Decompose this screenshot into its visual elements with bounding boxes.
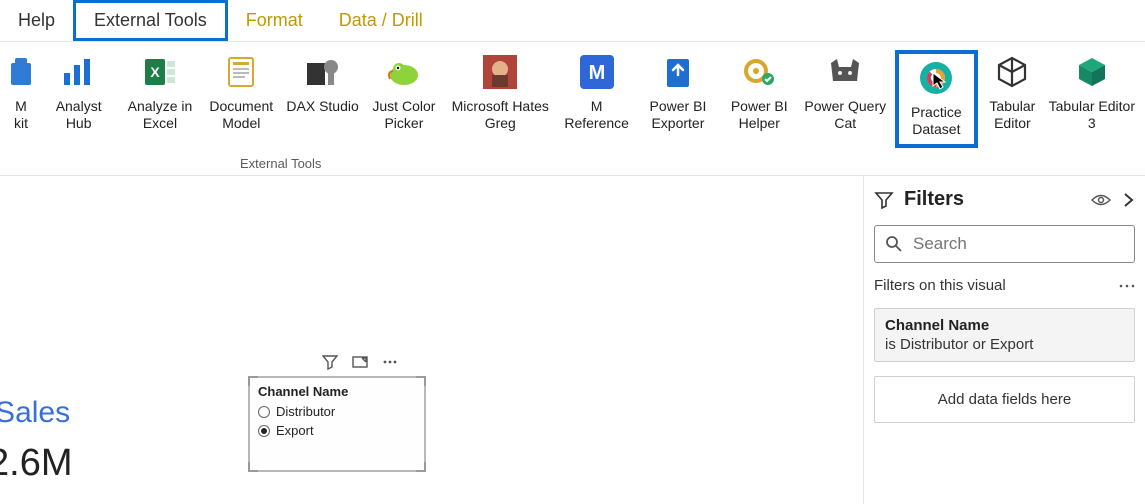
- ribbon-btn-label: Tabular Editor: [986, 98, 1039, 138]
- tab-external-tools[interactable]: External Tools: [73, 0, 228, 41]
- ribbon-tabs: Help External Tools Format Data / Drill: [0, 0, 1145, 42]
- funnel-icon: [874, 190, 894, 210]
- ribbon-btn-analyst-hub[interactable]: Analyst Hub: [42, 50, 115, 138]
- ribbon-btn-label: M kit: [8, 98, 34, 138]
- ribbon-btn-label: Practice Dataset: [901, 104, 972, 144]
- cat-icon: [823, 52, 867, 92]
- ribbon: M kit Analyst Hub X Analyze in Excel Doc…: [0, 42, 1145, 176]
- svg-text:X: X: [150, 64, 160, 80]
- visual-metric: 2.6M: [0, 442, 72, 485]
- ribbon-btn-label: Power BI Exporter: [641, 98, 714, 138]
- ribbon-btn-label: Document Model: [205, 98, 278, 138]
- ribbon-btn-label: M Reference: [560, 98, 633, 138]
- radio-icon: [258, 406, 270, 418]
- slicer-header: Channel Name: [250, 378, 424, 402]
- ribbon-btn-m-reference[interactable]: M M Reference: [560, 50, 633, 138]
- ribbon-group-label: External Tools: [240, 156, 321, 171]
- focus-mode-icon[interactable]: [352, 354, 368, 370]
- funnel-icon[interactable]: [322, 354, 338, 370]
- excel-icon: X: [138, 52, 182, 92]
- ribbon-btn-label: DAX Studio: [286, 98, 358, 138]
- ribbon-btn-label: Analyze in Excel: [123, 98, 196, 138]
- ribbon-btn-document-model[interactable]: Document Model: [205, 50, 278, 138]
- cube-solid-icon: [1070, 52, 1114, 92]
- chameleon-icon: [382, 52, 426, 92]
- eye-icon[interactable]: [1091, 193, 1111, 207]
- chevron-right-icon[interactable]: [1121, 191, 1135, 209]
- ribbon-btn-tabular-editor[interactable]: Tabular Editor: [986, 50, 1039, 138]
- slicer-visual[interactable]: Channel Name Distributor Export: [248, 376, 426, 472]
- slicer-option-distributor[interactable]: Distributor: [250, 402, 424, 421]
- ribbon-btn-pq-cat[interactable]: Power Query Cat: [804, 50, 887, 138]
- tab-help[interactable]: Help: [0, 0, 73, 41]
- slicer-option-export[interactable]: Export: [250, 421, 424, 440]
- ribbon-btn-pbi-exporter[interactable]: Power BI Exporter: [641, 50, 714, 138]
- filter-drop-zone[interactable]: Add data fields here: [874, 376, 1135, 423]
- ribbon-btn-ms-hates-greg[interactable]: Microsoft Hates Greg: [449, 50, 552, 138]
- svg-text:M: M: [588, 62, 605, 84]
- search-icon: [885, 235, 903, 253]
- ribbon-btn-label: Microsoft Hates Greg: [449, 98, 552, 138]
- ribbon-btn-tabular-editor-3[interactable]: Tabular Editor 3: [1047, 50, 1137, 138]
- report-canvas[interactable]: nual Sales 2.6M Channel Name Distributor…: [0, 176, 863, 504]
- toolkit-icon: [0, 52, 43, 92]
- visual-title: nual Sales: [0, 396, 70, 430]
- filters-title: Filters: [904, 188, 1081, 211]
- dax-icon: [301, 52, 345, 92]
- ribbon-btn-label: Analyst Hub: [42, 98, 115, 138]
- ribbon-btn-pbi-helper[interactable]: Power BI Helper: [723, 50, 796, 138]
- ribbon-btn-label: Power BI Helper: [723, 98, 796, 138]
- filters-header: Filters: [874, 188, 1135, 211]
- ribbon-btn-label: Just Color Picker: [367, 98, 440, 138]
- bar-chart-icon: [57, 52, 101, 92]
- filters-section-label: Filters on this visual: [874, 277, 1006, 294]
- gear-badge-icon: [737, 52, 781, 92]
- filter-card-state: is Distributor or Export: [885, 336, 1124, 353]
- dataset-icon: [914, 58, 958, 98]
- ribbon-btn-analyze-excel[interactable]: X Analyze in Excel: [123, 50, 196, 138]
- ribbon-btn-label: Power Query Cat: [804, 98, 887, 138]
- workspace: nual Sales 2.6M Channel Name Distributor…: [0, 176, 1145, 504]
- cube-outline-icon: [990, 52, 1034, 92]
- visual-action-bar: [322, 354, 398, 370]
- slicer-option-label: Export: [276, 423, 314, 438]
- cursor-icon: [932, 72, 946, 90]
- filters-search-input[interactable]: [913, 234, 1134, 254]
- ribbon-btn-dax-studio[interactable]: DAX Studio: [286, 50, 359, 138]
- m-icon: M: [575, 52, 619, 92]
- tab-format[interactable]: Format: [228, 0, 321, 41]
- filters-section-header: Filters on this visual: [874, 277, 1135, 294]
- more-options-icon[interactable]: [1119, 283, 1135, 289]
- ribbon-btn-just-color-picker[interactable]: Just Color Picker: [367, 50, 440, 138]
- ribbon-btn-practice-dataset[interactable]: Practice Dataset: [895, 50, 978, 148]
- filters-pane: Filters Filters on this visual Channel N…: [863, 176, 1145, 504]
- filter-card-channel-name[interactable]: Channel Name is Distributor or Export: [874, 308, 1135, 362]
- filters-search[interactable]: [874, 225, 1135, 263]
- ribbon-btn-kit[interactable]: M kit: [8, 50, 34, 138]
- filter-card-name: Channel Name: [885, 317, 1124, 334]
- more-options-icon[interactable]: [382, 354, 398, 370]
- radio-selected-icon: [258, 425, 270, 437]
- ribbon-btn-label: Tabular Editor 3: [1047, 98, 1137, 138]
- slicer-option-label: Distributor: [276, 404, 335, 419]
- document-icon: [219, 52, 263, 92]
- avatar-icon: [478, 52, 522, 92]
- tab-data-drill[interactable]: Data / Drill: [321, 0, 441, 41]
- export-icon: [656, 52, 700, 92]
